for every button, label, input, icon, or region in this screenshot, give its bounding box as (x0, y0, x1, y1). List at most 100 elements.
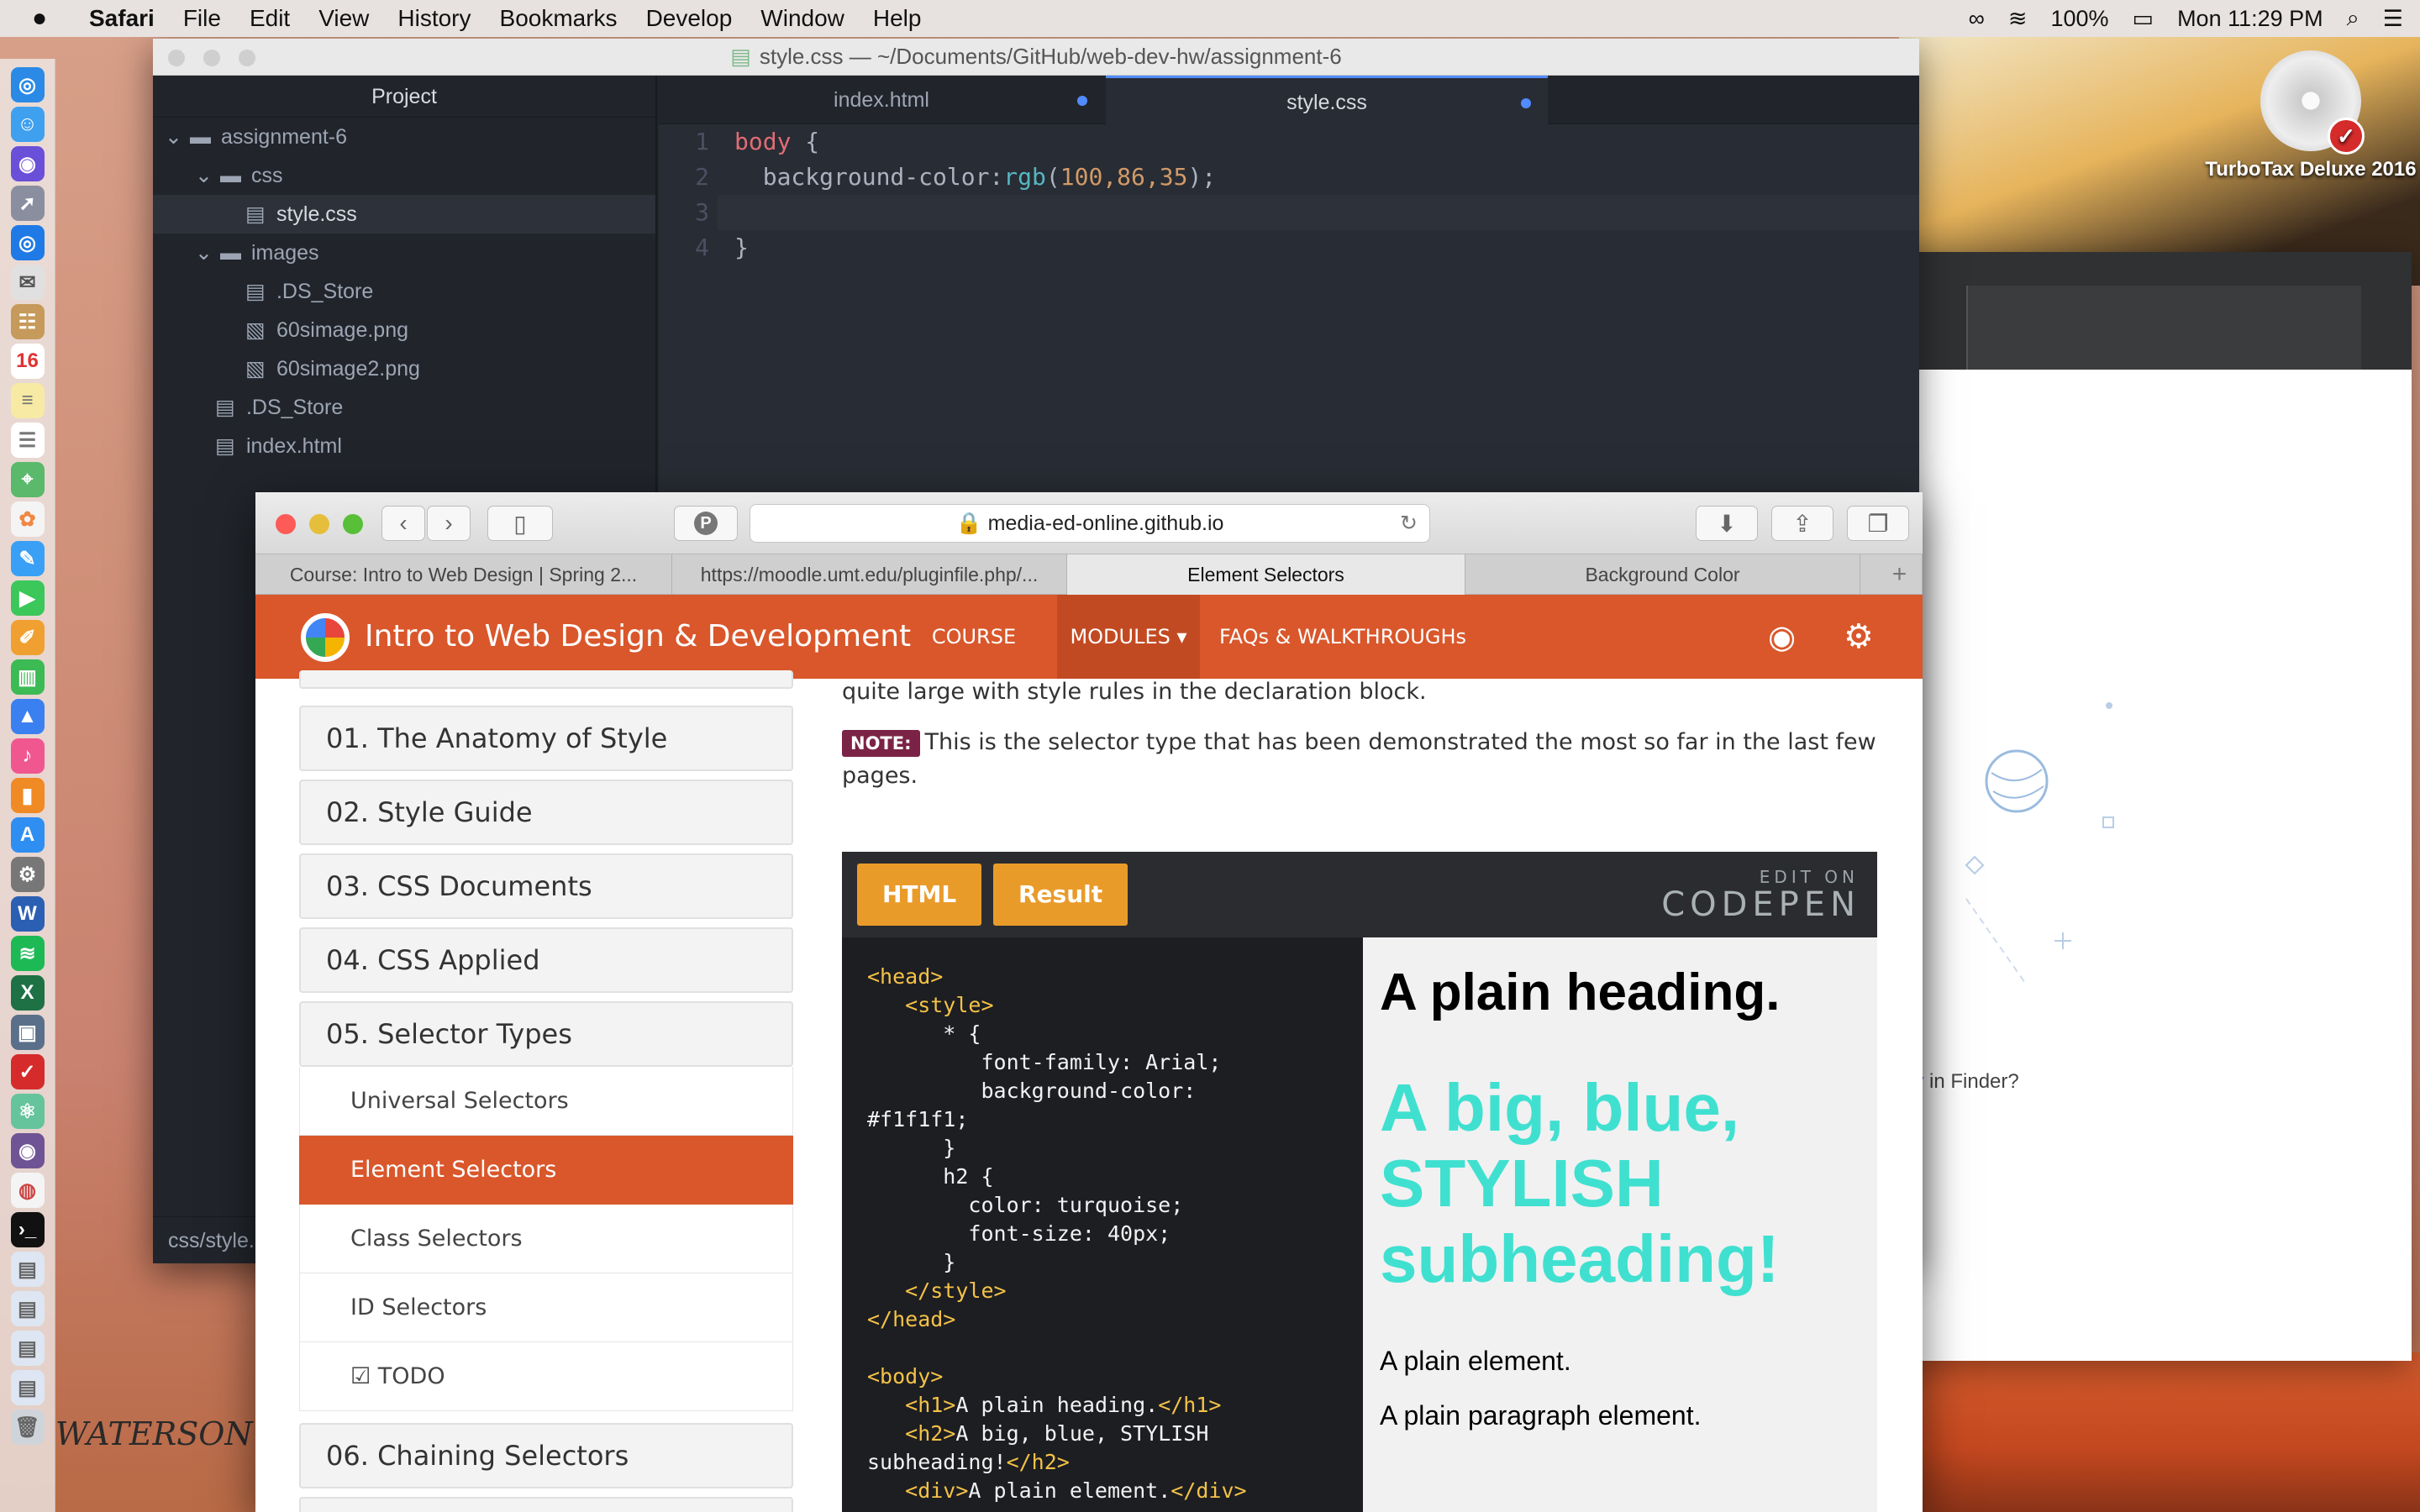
trash-icon[interactable]: 🗑 (10, 1410, 45, 1445)
menu-file[interactable]: File (183, 5, 221, 32)
tab-style-css[interactable]: style.css (1106, 76, 1548, 124)
tree-file-index-html[interactable]: ▤ index.html (153, 427, 655, 465)
siri-icon[interactable]: ◉ (10, 146, 45, 181)
calendar-icon[interactable]: 16 (10, 344, 45, 379)
minimize-button[interactable] (309, 514, 329, 534)
github-desktop-icon[interactable]: ◉ (10, 1133, 45, 1168)
creative-cloud-icon[interactable]: ∞ (1969, 6, 1985, 32)
downloads-stack-icon[interactable]: ▤ (10, 1370, 45, 1405)
atom-icon[interactable]: ⚛ (10, 1094, 45, 1129)
minimize-button[interactable] (203, 50, 220, 66)
sidebar-sub-todo[interactable]: ☑ TODO (299, 1342, 793, 1411)
menu-window[interactable]: Window (760, 5, 844, 32)
address-bar[interactable]: 🔒 media-ed-online.github.io ↻ (750, 504, 1430, 543)
tree-file-60simage2[interactable]: ▧ 60simage2.png (153, 349, 655, 388)
wifi-icon[interactable]: ≋ (2008, 6, 2028, 32)
safari-dock-icon[interactable]: ◎ (10, 225, 45, 260)
tab-moodle[interactable]: https://moodle.umt.edu/pluginfile.php/..… (672, 554, 1067, 595)
app-store-icon[interactable]: A (10, 817, 45, 853)
nav-modules[interactable]: MODULES ▾ (1057, 595, 1200, 679)
tree-folder-images[interactable]: ⌄ ▬ images (153, 234, 655, 272)
background-window-tab[interactable] (1966, 286, 2361, 370)
document-icon-3[interactable]: ▤ (10, 1331, 45, 1366)
menu-help[interactable]: Help (873, 5, 922, 32)
mail-icon[interactable]: ✉ (10, 265, 45, 300)
messages-icon[interactable]: ✎ (10, 541, 45, 576)
sidebar-item-css-applied[interactable]: 04. CSS Applied (299, 927, 793, 993)
tree-file-style-css[interactable]: ▤ style.css (153, 195, 655, 234)
sidebar-sub-universal[interactable]: Universal Selectors (299, 1067, 793, 1136)
chrome-icon[interactable]: ◍ (10, 1173, 45, 1208)
downloads-button[interactable]: ⬇ (1696, 506, 1758, 541)
reminders-icon[interactable]: ☰ (10, 423, 45, 458)
menu-bookmarks[interactable]: Bookmarks (500, 5, 618, 32)
sidebar-item-next[interactable] (299, 1497, 793, 1512)
menu-develop[interactable]: Develop (646, 5, 733, 32)
sidebar-sub-element[interactable]: Element Selectors (299, 1136, 793, 1205)
notes-icon[interactable]: ≡ (10, 383, 45, 418)
codepen-embed[interactable]: HTML Result EDIT ON CODEPEN <head> <styl… (842, 852, 1877, 1512)
site-logo-icon[interactable] (301, 613, 350, 662)
atom-titlebar[interactable]: ▤ style.css — ~/Documents/GitHub/web-dev… (153, 39, 1919, 76)
finder-icon[interactable]: ☺ (10, 107, 45, 142)
sidebar-item-style-guide[interactable]: 02. Style Guide (299, 780, 793, 845)
spotify-icon[interactable]: ≋ (10, 936, 45, 971)
tree-folder-assignment-6[interactable]: ⌄ ▬ assignment-6 (153, 118, 655, 156)
spotlight-search-icon[interactable]: ⌕ (2347, 5, 2360, 32)
zoom-button[interactable] (239, 50, 255, 66)
sidebar-sub-id[interactable]: ID Selectors (299, 1273, 793, 1342)
share-button[interactable]: ⇪ (1771, 506, 1833, 541)
menu-history[interactable]: History (397, 5, 471, 32)
numbers-icon[interactable]: ▥ (10, 659, 45, 695)
background-window[interactable]: ory in Finder? (1882, 252, 2412, 1361)
contacts-icon[interactable]: ☷ (10, 304, 45, 339)
tree-file-ds-store[interactable]: ▤ .DS_Store (153, 272, 655, 311)
new-tab-button[interactable]: + (1877, 554, 1923, 595)
tree-file-60simage[interactable]: ▧ 60simage.png (153, 311, 655, 349)
terminal-icon[interactable]: ›_ (10, 1212, 45, 1247)
menu-app-safari[interactable]: Safari (89, 5, 155, 32)
sidebar-item-anatomy[interactable]: 01. The Anatomy of Style (299, 706, 793, 771)
site-title[interactable]: Intro to Web Design & Development (365, 595, 911, 679)
tab-course[interactable]: Course: Intro to Web Design | Spring 2..… (255, 554, 672, 595)
tree-file-ds-store-root[interactable]: ▤ .DS_Store (153, 388, 655, 427)
itunes-icon[interactable]: ♪ (10, 738, 45, 774)
maps-icon[interactable]: ⌖ (10, 462, 45, 497)
tab-background-color[interactable]: Background Color (1465, 554, 1860, 595)
close-button[interactable] (276, 514, 296, 534)
github-icon[interactable]: ◉ (1768, 595, 1802, 679)
photos-icon[interactable]: ✿ (10, 501, 45, 537)
turbotax-desktop-icon[interactable]: ✓ TurboTax Deluxe 2016 (2202, 50, 2420, 235)
sidebar-item-selector-types[interactable]: 05. Selector Types (299, 1001, 793, 1067)
facetime-icon[interactable]: ▶ (10, 580, 45, 616)
nav-course-info[interactable]: COURSE INFO (911, 595, 1037, 732)
gear-icon[interactable]: ⚙ (1844, 595, 1877, 679)
sidebar-item-prev[interactable] (299, 670, 793, 689)
codepen-logo[interactable]: CODEPEN (1661, 885, 1860, 924)
menu-view[interactable]: View (318, 5, 369, 32)
preview-icon[interactable]: ▣ (10, 1015, 45, 1050)
excel-icon[interactable]: X (10, 975, 45, 1011)
close-button[interactable] (168, 50, 185, 66)
html-tab-button[interactable]: HTML (857, 864, 982, 926)
clock[interactable]: Mon 11:29 PM (2177, 6, 2323, 32)
word-icon[interactable]: W (10, 896, 45, 932)
battery-percent[interactable]: 100% (2050, 6, 2108, 32)
sidebar-item-css-documents[interactable]: 03. CSS Documents (299, 853, 793, 919)
result-tab-button[interactable]: Result (993, 864, 1128, 926)
notification-center-icon[interactable]: ☰ (2383, 6, 2403, 32)
tree-folder-css[interactable]: ⌄ ▬ css (153, 156, 655, 195)
sidebar-button[interactable]: ▯ (487, 506, 553, 541)
document-icon-2[interactable]: ▤ (10, 1291, 45, 1326)
battery-icon[interactable]: ▭ (2133, 6, 2154, 32)
tab-index-html[interactable]: index.html (659, 76, 1104, 124)
launchpad-icon[interactable]: ➚ (10, 186, 45, 221)
safari-icon[interactable]: ◎ (10, 67, 45, 102)
document-icon[interactable]: ▤ (10, 1252, 45, 1287)
reload-icon[interactable]: ↻ (1400, 505, 1418, 542)
forward-button[interactable]: › (427, 506, 471, 541)
safari-window[interactable]: ‹ › ▯ P 🔒 media-ed-online.github.io ↻ ⬇ ⇪… (255, 492, 1923, 1512)
back-button[interactable]: ‹ (381, 506, 425, 541)
pages-icon[interactable]: ✐ (10, 620, 45, 655)
keynote-icon[interactable]: ▲ (10, 699, 45, 734)
